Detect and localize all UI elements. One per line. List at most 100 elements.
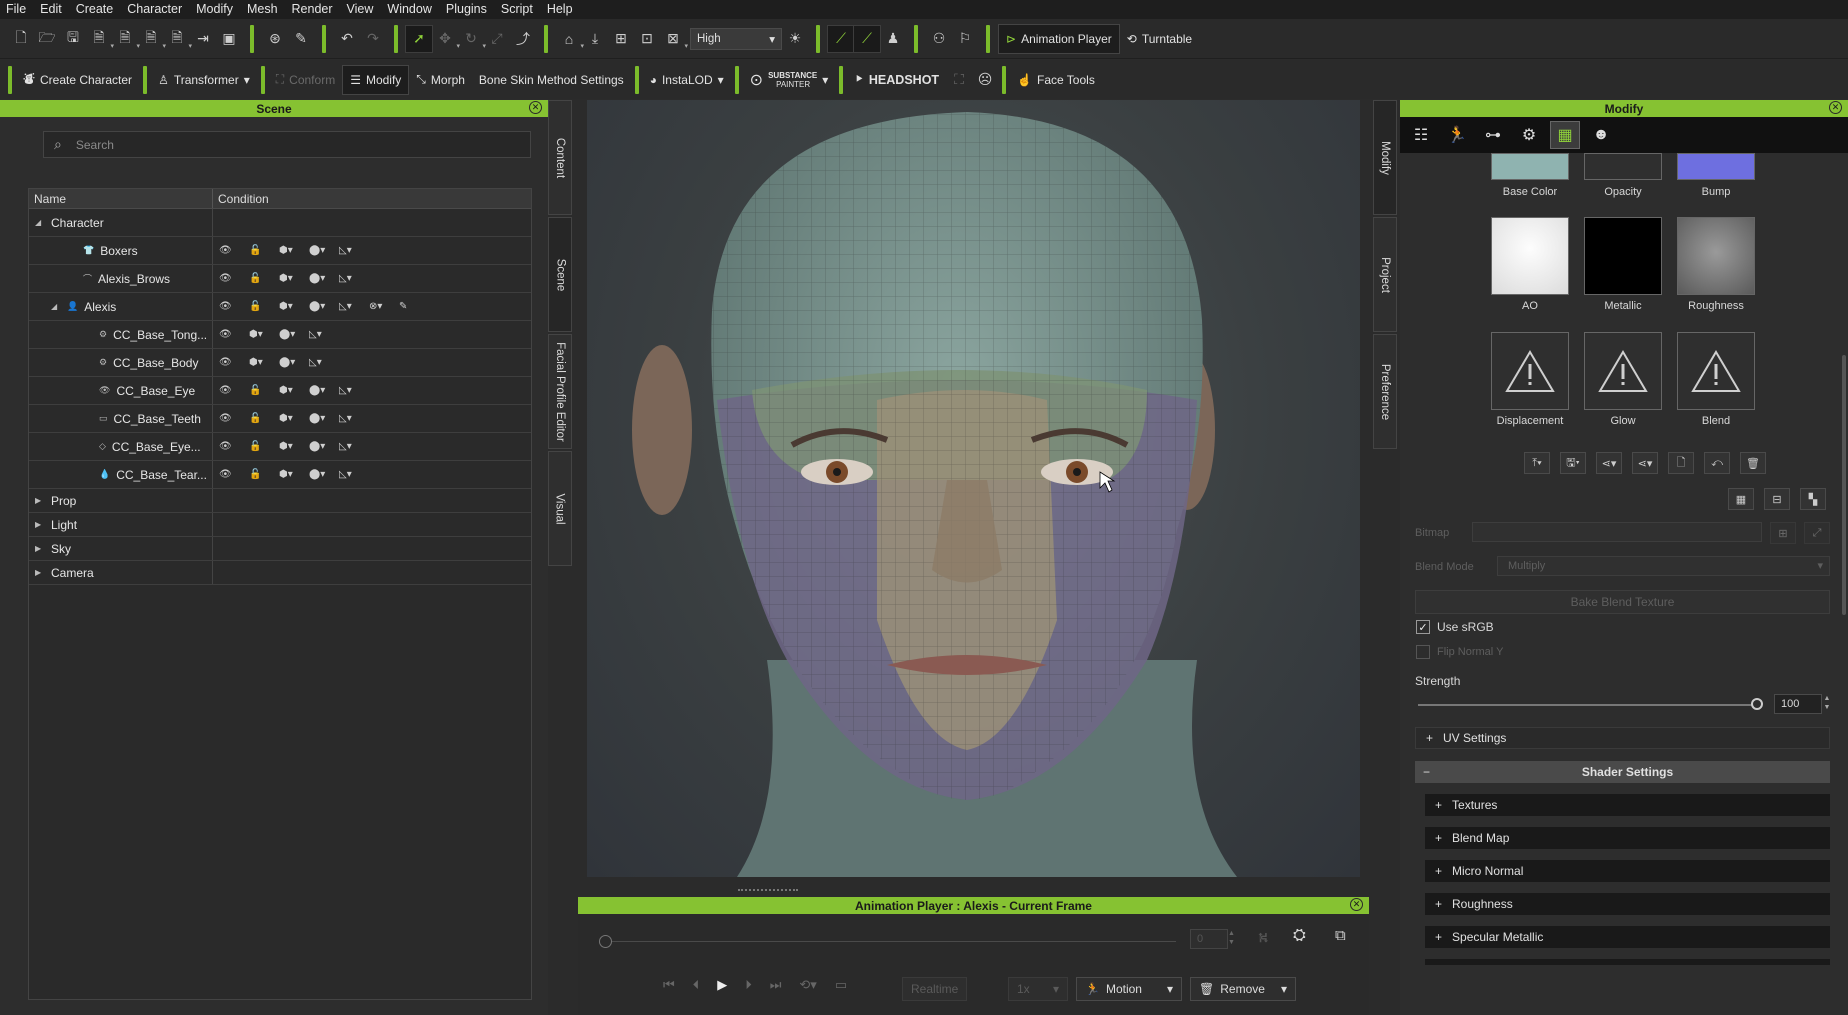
- menu-modify[interactable]: Modify: [196, 0, 233, 19]
- motion-button[interactable]: 🏃 Motion ▾: [1076, 977, 1182, 1001]
- menu-create[interactable]: Create: [76, 0, 114, 19]
- pivot-tool-icon[interactable]: ⤴: [510, 26, 536, 52]
- speed-dropdown[interactable]: 1x ▾: [1008, 977, 1068, 1001]
- conform-button[interactable]: ⛶ Conform: [269, 65, 342, 95]
- tab-content[interactable]: Content: [548, 100, 572, 215]
- expand-arrow-icon[interactable]: ▶: [35, 496, 45, 505]
- key-icon[interactable]: ⛕: [1258, 929, 1268, 948]
- visibility-icon[interactable]: 👁: [219, 301, 249, 312]
- export-texture-icon[interactable]: ⊟: [1764, 488, 1790, 510]
- lock-icon[interactable]: 🔓: [249, 385, 279, 396]
- menu-edit[interactable]: Edit: [40, 0, 62, 19]
- grid-icon[interactable]: ▦: [1728, 488, 1754, 510]
- menu-view[interactable]: View: [347, 0, 374, 19]
- menu-plugins[interactable]: Plugins: [446, 0, 487, 19]
- dock-icon[interactable]: ⧉: [1335, 927, 1346, 944]
- material-icon[interactable]: ◺▾: [339, 273, 369, 284]
- lock-icon[interactable]: 🔓: [249, 441, 279, 452]
- tab-scene[interactable]: Scene: [548, 217, 572, 332]
- material-icon[interactable]: ◺▾: [339, 385, 369, 396]
- frame-input[interactable]: 0: [1190, 929, 1228, 949]
- expand-arrow-icon[interactable]: ▶: [35, 520, 45, 529]
- visibility-icon[interactable]: 👁: [219, 245, 249, 256]
- bitmap-clear-icon[interactable]: ⤢: [1804, 522, 1830, 544]
- scene-tree-row[interactable]: 👕 Boxers 👁 🔓 ⬢▾ ⬤▾ ◺▾: [29, 237, 531, 265]
- strength-slider-track[interactable]: [1418, 704, 1758, 706]
- displacement-thumbnail[interactable]: [1491, 332, 1569, 410]
- bone-skin-settings-button[interactable]: Bone Skin Method Settings: [472, 65, 631, 95]
- tab-project[interactable]: Project: [1373, 217, 1397, 332]
- menu-render[interactable]: Render: [292, 0, 333, 19]
- visibility-icon[interactable]: 👁: [219, 413, 249, 424]
- bitmap-field[interactable]: [1472, 522, 1762, 542]
- scene-tree-row[interactable]: ⚙ CC_Base_Tong... 👁 ⬢▾ ⬤▾ ◺▾: [29, 321, 531, 349]
- paste-icon[interactable]: ⤺: [1704, 452, 1730, 474]
- visibility-icon[interactable]: 👁: [219, 273, 249, 284]
- frame-icon[interactable]: ⊞: [608, 26, 634, 52]
- shading-icon[interactable]: ⬤▾: [309, 413, 339, 424]
- animation-player-button[interactable]: ⊳ Animation Player: [998, 23, 1120, 54]
- scene-tree-row[interactable]: ▶ Camera: [29, 561, 531, 585]
- obj-export-icon[interactable]: 🗎 ▾: [112, 26, 140, 52]
- strength-slider-handle[interactable]: [1751, 698, 1763, 710]
- remove-button[interactable]: 🗑 Remove ▾: [1190, 977, 1296, 1001]
- scene-tree-row[interactable]: 💧 CC_Base_Tear... 👁 🔓 ⬢▾ ⬤▾ ◺▾: [29, 461, 531, 489]
- shading-icon[interactable]: ⬤▾: [309, 301, 339, 312]
- step-back-icon[interactable]: ⏴: [693, 977, 700, 993]
- render-mode-icon[interactable]: ⬢▾: [279, 441, 309, 452]
- shader-settings-section[interactable]: − Shader Settings: [1415, 761, 1830, 783]
- render-mode-icon[interactable]: ⬢▾: [279, 301, 309, 312]
- render-mode-icon[interactable]: ⬢▾: [279, 273, 309, 284]
- use-srgb-checkbox[interactable]: ✓ Use sRGB: [1416, 620, 1494, 634]
- move-tool-icon[interactable]: ✥ ▾: [432, 26, 460, 52]
- close-icon[interactable]: ✕: [1829, 101, 1842, 114]
- roughness-thumbnail[interactable]: [1677, 217, 1755, 295]
- step-forward-icon[interactable]: ⏵: [745, 977, 752, 993]
- glow-thumbnail[interactable]: [1584, 332, 1662, 410]
- scene-tree-row[interactable]: ⚙ CC_Base_Body 👁 ⬢▾ ⬤▾ ◺▾: [29, 349, 531, 377]
- fit-down-icon[interactable]: ⤓: [582, 26, 608, 52]
- scene-tree-row[interactable]: ▶ Prop: [29, 489, 531, 513]
- menu-mesh[interactable]: Mesh: [247, 0, 278, 19]
- shading-icon[interactable]: ⬤▾: [279, 329, 309, 340]
- preview-icon[interactable]: ⊛: [262, 26, 288, 52]
- lock-icon[interactable]: 🔓: [249, 413, 279, 424]
- export-icon[interactable]: ⇥: [190, 26, 216, 52]
- section-blend-map[interactable]: + Blend Map: [1425, 827, 1830, 849]
- head-icon[interactable]: ☹: [972, 67, 998, 93]
- strength-value-input[interactable]: 100: [1774, 694, 1822, 714]
- undo-icon[interactable]: ↶: [334, 26, 360, 52]
- save-icon[interactable]: 🖫: [60, 26, 86, 52]
- transformer-button[interactable]: ♙ Transformer ▾: [151, 65, 257, 95]
- shading-icon[interactable]: ⬤▾: [309, 385, 339, 396]
- visibility-icon[interactable]: 👁: [219, 357, 249, 368]
- collapse-arrow-icon[interactable]: ◢: [35, 218, 45, 227]
- menu-script[interactable]: Script: [501, 0, 533, 19]
- blend-mode-dropdown[interactable]: Multiply ▾: [1497, 556, 1830, 576]
- lock-icon[interactable]: 🔓: [249, 301, 279, 312]
- scale-tool-icon[interactable]: ⤢: [484, 26, 510, 52]
- collapse-arrow-icon[interactable]: ◢: [51, 302, 61, 311]
- tab-facial-profile-editor[interactable]: Facial Profile Editor: [548, 334, 572, 449]
- material-checker-icon[interactable]: ▦: [1550, 121, 1580, 149]
- visibility-icon[interactable]: 👁: [219, 329, 249, 340]
- material-icon[interactable]: ◺▾: [309, 357, 339, 368]
- skip-end-icon[interactable]: ⏭: [770, 977, 782, 993]
- menu-help[interactable]: Help: [547, 0, 573, 19]
- material-icon[interactable]: ◺▾: [309, 329, 339, 340]
- headshot-tool-icon[interactable]: ⛶: [946, 67, 972, 93]
- tab-preference[interactable]: Preference: [1373, 334, 1397, 449]
- lock-icon[interactable]: 🔓: [249, 273, 279, 284]
- tab-visual[interactable]: Visual: [548, 451, 572, 566]
- timeline-track[interactable]: [606, 941, 1176, 942]
- shading-icon[interactable]: ⬤▾: [309, 441, 339, 452]
- ao-thumbnail[interactable]: [1491, 217, 1569, 295]
- material-icon[interactable]: ◺▾: [339, 301, 369, 312]
- turntable-button[interactable]: ⟲ Turntable: [1120, 24, 1199, 54]
- expand-arrow-icon[interactable]: ▶: [35, 568, 45, 577]
- render-mode-icon[interactable]: ⬢▾: [279, 385, 309, 396]
- save-texture-icon[interactable]: 🖫▾: [1560, 452, 1586, 474]
- lock-icon[interactable]: 🔓: [249, 469, 279, 480]
- bump-thumbnail[interactable]: [1677, 153, 1755, 180]
- material-icon[interactable]: ◺▾: [339, 245, 369, 256]
